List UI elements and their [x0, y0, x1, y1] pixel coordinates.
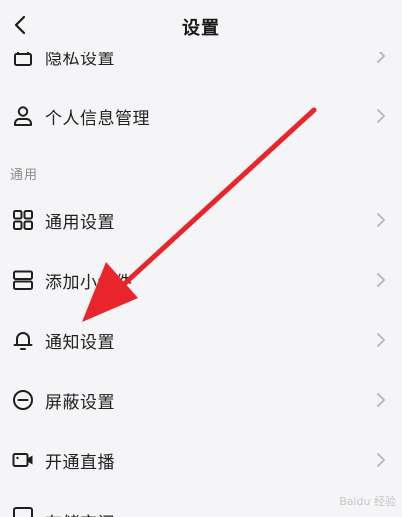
chevron-right-icon: [374, 450, 388, 470]
top-bar: 设置: [0, 0, 402, 52]
page-title: 设置: [182, 18, 220, 39]
settings-row-label: 开通直播: [45, 452, 115, 473]
settings-row-label: 存储空间: [45, 509, 115, 517]
settings-row-add-widget[interactable]: 添加小组件: [0, 250, 402, 310]
grid-icon: [10, 207, 36, 233]
widget-icon: [10, 267, 36, 293]
settings-row-live[interactable]: 开通直播: [0, 430, 402, 490]
chevron-right-icon: [374, 210, 388, 230]
settings-list: 隐私设置 个人信息管理 通用 通用设置 添加小组件 通知设置 屏蔽设置 开通直播: [0, 0, 402, 517]
live-camera-icon: [10, 447, 36, 473]
settings-row-label: 个人信息管理: [45, 108, 150, 129]
bell-icon: [10, 327, 36, 353]
chevron-right-icon: [374, 390, 388, 410]
settings-row-label: 通用设置: [45, 212, 115, 233]
chevron-right-icon: [374, 330, 388, 350]
settings-row-label: 屏蔽设置: [45, 392, 115, 413]
settings-row-label: 添加小组件: [45, 272, 133, 293]
person-icon: [10, 103, 36, 129]
section-header-general: 通用: [10, 168, 39, 183]
chevron-right-icon: [374, 106, 388, 126]
storage-icon: [10, 504, 36, 517]
watermark: Baidu 经验: [339, 495, 396, 508]
chevron-right-icon: [374, 270, 388, 290]
settings-row-label: 通知设置: [45, 332, 115, 353]
block-icon: [10, 387, 36, 413]
settings-row-personal-info[interactable]: 个人信息管理: [0, 86, 402, 146]
settings-row-block[interactable]: 屏蔽设置: [0, 370, 402, 430]
settings-row-notifications[interactable]: 通知设置: [0, 310, 402, 370]
settings-row-general[interactable]: 通用设置: [0, 190, 402, 250]
